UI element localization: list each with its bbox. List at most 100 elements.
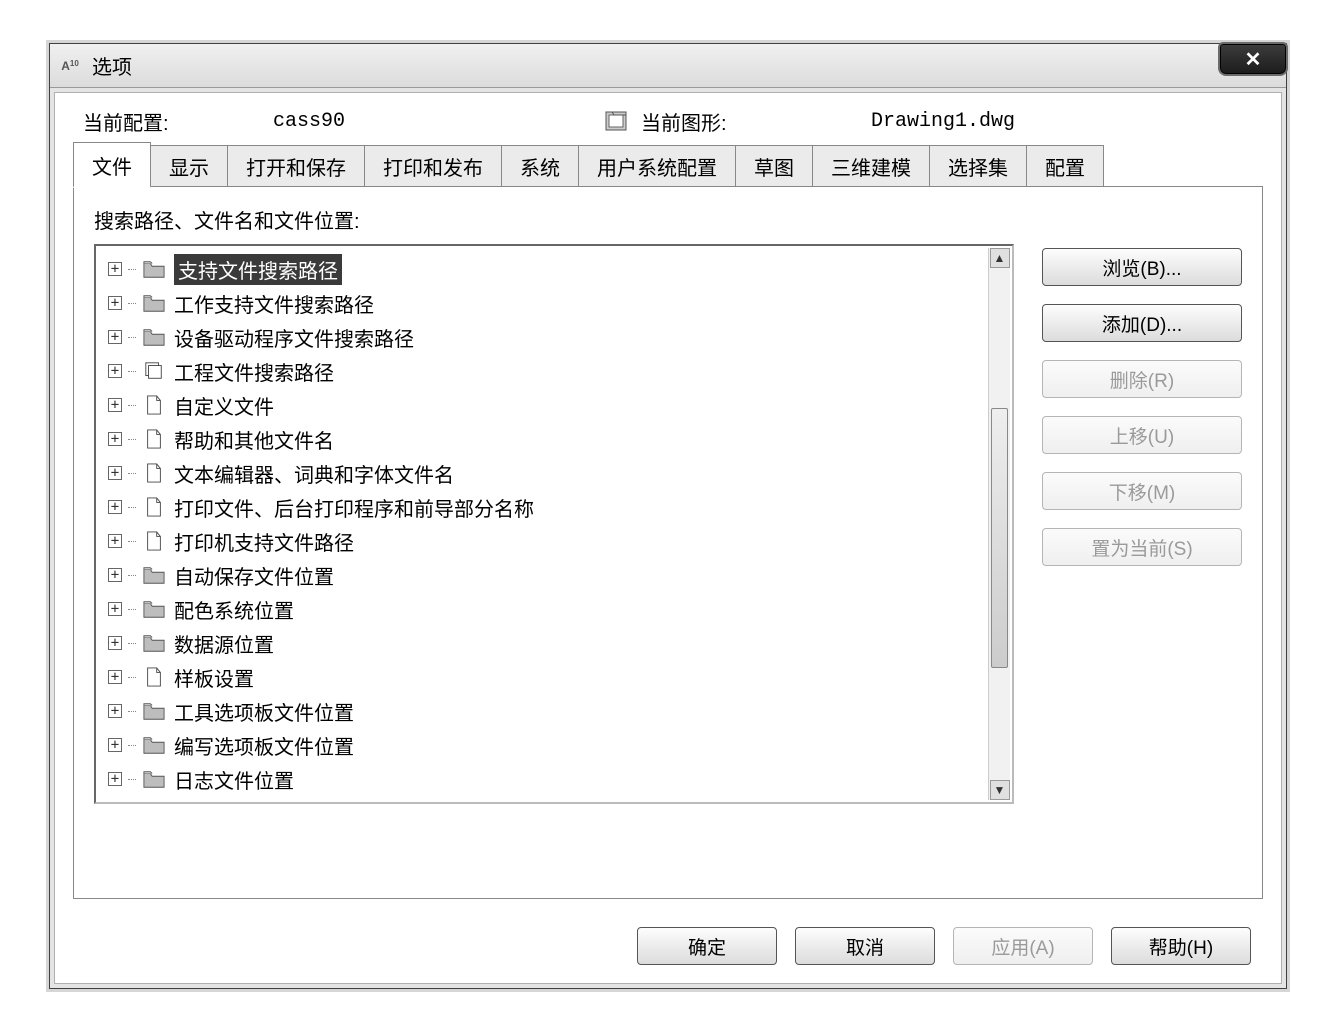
expander-icon[interactable]: + bbox=[108, 262, 122, 276]
file-icon bbox=[142, 496, 166, 518]
tree-connector bbox=[128, 371, 136, 372]
tree-connector bbox=[128, 711, 136, 712]
folder-icon bbox=[142, 700, 166, 722]
tree-item-label: 自定义文件 bbox=[174, 391, 274, 420]
tree-item[interactable]: +数据源位置 bbox=[108, 626, 984, 660]
tree-connector bbox=[128, 575, 136, 576]
tree-connector bbox=[128, 779, 136, 780]
tree-item[interactable]: + 日志文件位置 bbox=[108, 762, 984, 796]
tree-connector bbox=[128, 405, 136, 406]
section-label: 搜索路径、文件名和文件位置: bbox=[94, 205, 1242, 234]
close-icon: ✕ bbox=[1245, 47, 1262, 72]
expander-icon[interactable]: + bbox=[108, 534, 122, 548]
expander-icon[interactable]: + bbox=[108, 330, 122, 344]
tree-item-label: 支持文件搜索路径 bbox=[174, 254, 342, 285]
remove-button: 删除(R) bbox=[1042, 360, 1242, 398]
tree-connector bbox=[128, 303, 136, 304]
drawing-icon bbox=[603, 109, 633, 135]
scroll-thumb[interactable] bbox=[991, 408, 1008, 668]
tab-6[interactable]: 草图 bbox=[735, 145, 813, 187]
cancel-button[interactable]: 取消 bbox=[795, 927, 935, 965]
tab-4[interactable]: 系统 bbox=[501, 145, 579, 187]
tree-item[interactable]: +打印机支持文件路径 bbox=[108, 524, 984, 558]
side-buttons: 浏览(B)...添加(D)...删除(R)上移(U)下移(M)置为当前(S) bbox=[1042, 244, 1242, 878]
tab-3[interactable]: 打印和发布 bbox=[364, 145, 502, 187]
tree-view[interactable]: + 支持文件搜索路径 + 工作支持文件搜索路径+设备驱动程序文件搜索路径+工程文件搜索… bbox=[94, 244, 1014, 804]
tree-connector bbox=[128, 745, 136, 746]
dialog-title: 选项 bbox=[92, 51, 132, 80]
tree-connector bbox=[128, 541, 136, 542]
expander-icon[interactable]: + bbox=[108, 296, 122, 310]
titlebar: A10 选项 ✕ bbox=[50, 44, 1286, 88]
help-button[interactable]: 帮助(H) bbox=[1111, 927, 1251, 965]
tree-connector bbox=[128, 643, 136, 644]
tree-item[interactable]: +自动保存文件位置 bbox=[108, 558, 984, 592]
folder-icon bbox=[142, 326, 166, 348]
expander-icon[interactable]: + bbox=[108, 500, 122, 514]
tree-item-label: 样板设置 bbox=[174, 663, 254, 692]
tree-item-label: 日志文件位置 bbox=[174, 765, 294, 794]
tree-item[interactable]: + 配色系统位置 bbox=[108, 592, 984, 626]
expander-icon[interactable]: + bbox=[108, 636, 122, 650]
tree-item[interactable]: +工程文件搜索路径 bbox=[108, 354, 984, 388]
tab-0[interactable]: 文件 bbox=[73, 142, 151, 188]
tab-page-files: 搜索路径、文件名和文件位置: + 支持文件搜索路径 + 工作支持文件搜索路径+设备驱动… bbox=[73, 186, 1263, 899]
close-button[interactable]: ✕ bbox=[1220, 44, 1286, 74]
tab-strip: 文件显示打开和保存打印和发布系统用户系统配置草图三维建模选择集配置 bbox=[73, 146, 1263, 186]
ok-button[interactable]: 确定 bbox=[637, 927, 777, 965]
scroll-down-icon[interactable]: ▼ bbox=[990, 780, 1010, 800]
tab-1[interactable]: 显示 bbox=[150, 145, 228, 187]
tab-8[interactable]: 选择集 bbox=[929, 145, 1027, 187]
tab-9[interactable]: 配置 bbox=[1026, 145, 1104, 187]
tree-connector bbox=[128, 609, 136, 610]
tree-item-label: 配色系统位置 bbox=[174, 595, 294, 624]
expander-icon[interactable]: + bbox=[108, 398, 122, 412]
expander-icon[interactable]: + bbox=[108, 738, 122, 752]
options-dialog: A10 选项 ✕ 当前配置: cass90 当前图形: Drawing1.dwg… bbox=[49, 43, 1287, 989]
expander-icon[interactable]: + bbox=[108, 364, 122, 378]
tree-item[interactable]: + 支持文件搜索路径 bbox=[108, 252, 984, 286]
apply-button: 应用(A) bbox=[953, 927, 1093, 965]
expander-icon[interactable]: + bbox=[108, 704, 122, 718]
folder-icon bbox=[142, 734, 166, 756]
tree-item[interactable]: +帮助和其他文件名 bbox=[108, 422, 984, 456]
tree-item[interactable]: +设备驱动程序文件搜索路径 bbox=[108, 320, 984, 354]
tree-item-label: 工作支持文件搜索路径 bbox=[174, 289, 374, 318]
tree-item[interactable]: + 样板设置 bbox=[108, 660, 984, 694]
scroll-track[interactable] bbox=[989, 268, 1010, 780]
tree-item[interactable]: + 编写选项板文件位置 bbox=[108, 728, 984, 762]
tree-item[interactable]: + 打印文件、后台打印程序和前导部分名称 bbox=[108, 490, 984, 524]
tree-item-label: 工具选项板文件位置 bbox=[174, 697, 354, 726]
add-button[interactable]: 添加(D)... bbox=[1042, 304, 1242, 342]
expander-icon[interactable]: + bbox=[108, 772, 122, 786]
tree-scroll: + 支持文件搜索路径 + 工作支持文件搜索路径+设备驱动程序文件搜索路径+工程文件搜索… bbox=[96, 246, 988, 802]
vertical-scrollbar[interactable]: ▲ ▼ bbox=[988, 248, 1010, 800]
expander-icon[interactable]: + bbox=[108, 670, 122, 684]
folder-icon bbox=[142, 632, 166, 654]
tab-5[interactable]: 用户系统配置 bbox=[578, 145, 736, 187]
tree-connector bbox=[128, 473, 136, 474]
tree-connector bbox=[128, 337, 136, 338]
current-drawing-label: 当前图形: bbox=[641, 107, 871, 136]
expander-icon[interactable]: + bbox=[108, 602, 122, 616]
folder-icon bbox=[142, 292, 166, 314]
expander-icon[interactable]: + bbox=[108, 432, 122, 446]
tree-item-label: 文本编辑器、词典和字体文件名 bbox=[174, 459, 454, 488]
tree-item-label: 编写选项板文件位置 bbox=[174, 731, 354, 760]
expander-icon[interactable]: + bbox=[108, 466, 122, 480]
tree-item-label: 打印文件、后台打印程序和前导部分名称 bbox=[174, 493, 534, 522]
tree-item[interactable]: + 工具选项板文件位置 bbox=[108, 694, 984, 728]
tree-item[interactable]: + 工作支持文件搜索路径 bbox=[108, 286, 984, 320]
move-down-button: 下移(M) bbox=[1042, 472, 1242, 510]
browse-button[interactable]: 浏览(B)... bbox=[1042, 248, 1242, 286]
current-profile-label: 当前配置: bbox=[83, 107, 273, 136]
tab-2[interactable]: 打开和保存 bbox=[227, 145, 365, 187]
expander-icon[interactable]: + bbox=[108, 568, 122, 582]
tree-item[interactable]: + 文本编辑器、词典和字体文件名 bbox=[108, 456, 984, 490]
tab-7[interactable]: 三维建模 bbox=[812, 145, 930, 187]
scroll-up-icon[interactable]: ▲ bbox=[990, 248, 1010, 268]
file-icon bbox=[142, 462, 166, 484]
tree-item[interactable]: + 自定义文件 bbox=[108, 388, 984, 422]
profile-info-row: 当前配置: cass90 当前图形: Drawing1.dwg bbox=[55, 93, 1281, 146]
set-current-button: 置为当前(S) bbox=[1042, 528, 1242, 566]
